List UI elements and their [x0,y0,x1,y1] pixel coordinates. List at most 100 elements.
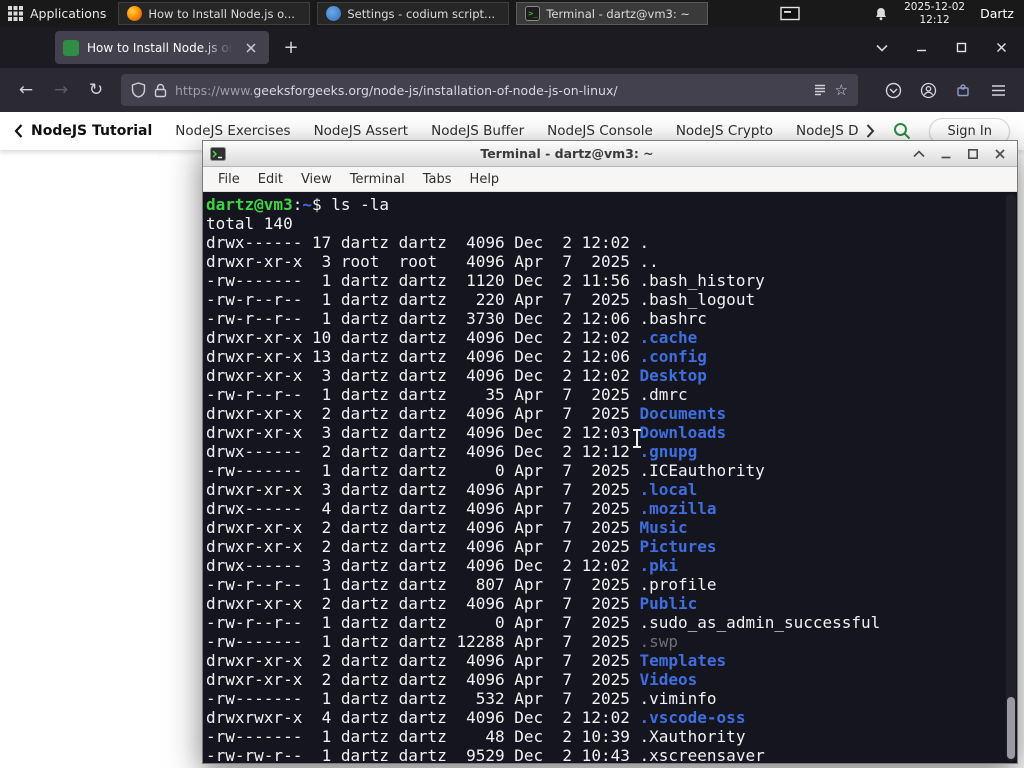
terminal-line: drwx------ 17 dartz dartz 4096 Dec 2 12:… [206,233,650,252]
browser-toolbar: ← → ↻ https://www.geeksforgeeks.org/node… [0,68,1024,112]
taskbar: Applications How to Install Node.js o...… [0,0,1024,27]
tracking-protection-shield-icon[interactable] [131,82,146,98]
terminal-line: -rw-r--r-- 1 dartz dartz 35 Apr 7 2025 .… [206,385,688,404]
taskbar-window-button[interactable]: Terminal - dartz@vm3: ~ [516,2,709,25]
nav-scroll-left-chevron-icon[interactable] [14,124,23,138]
browser-tab[interactable]: How to Install Node.js on [55,31,269,64]
browser-tab-bar: How to Install Node.js on + [0,27,1024,68]
terminal-line: drwxr-xr-x 2 dartz dartz 4096 Apr 7 2025… [206,537,717,556]
tabbar-controls [868,34,1024,62]
terminal-line: drwx------ 2 dartz dartz 4096 Dec 2 12:1… [206,442,698,461]
url-bar[interactable]: https://www.geeksforgeeks.org/node-js/in… [121,74,858,106]
mouse-cursor-ibeam [633,429,641,448]
user-menu[interactable]: Dartz [980,6,1014,21]
window-close-button[interactable] [986,35,1016,61]
notifications-bell-icon[interactable] [873,6,889,22]
terminal-line: -rw------- 1 dartz dartz 12288 Apr 7 202… [206,632,679,651]
forward-button[interactable]: → [45,74,77,106]
terminal-line: drwxr-xr-x 2 dartz dartz 4096 Apr 7 2025… [206,670,698,689]
codium-icon [326,6,342,21]
firefox-icon [127,6,143,21]
desktop: Applications How to Install Node.js o...… [0,0,1024,768]
hamburger-menu-icon[interactable] [982,74,1014,106]
terminal-line: drwxr-xr-x 3 dartz dartz 4096 Apr 7 2025… [206,480,698,499]
menu-edit[interactable]: Edit [249,172,292,187]
menu-terminal[interactable]: Terminal [341,172,414,187]
bookmark-star-icon[interactable]: ☆ [835,81,848,99]
lock-icon[interactable] [154,83,167,98]
taskbar-window-button[interactable]: Settings - codium script... [317,2,510,25]
applications-grid-icon [8,6,23,21]
terminal-line: drwxr-xr-x 2 dartz dartz 4096 Apr 7 2025… [206,651,727,670]
nav-item-nodejs-dns[interactable]: NodeJS DNS [796,123,858,139]
url-protocol: https://www. [175,82,254,98]
terminal-line: -rw------- 1 dartz dartz 1120 Dec 2 11:5… [206,271,765,290]
menu-help[interactable]: Help [461,172,509,187]
nav-item-nodejs-console[interactable]: NodeJS Console [547,123,653,139]
terminal-line: drwx------ 3 dartz dartz 4096 Dec 2 12:0… [206,556,679,575]
applications-menu-button[interactable]: Applications [0,0,118,27]
terminal-line: drwxr-xr-x 2 dartz dartz 4096 Apr 7 2025… [206,594,698,613]
window-minimize-button[interactable] [906,35,936,61]
gfg-favicon [63,39,79,56]
terminal-line: drwxrwxr-x 4 dartz dartz 4096 Dec 2 12:0… [206,708,746,727]
menu-tabs[interactable]: Tabs [414,172,461,187]
terminal-line: drwxr-xr-x 13 dartz dartz 4096 Dec 2 12:… [206,347,707,366]
tab-title: How to Install Node.js on [87,40,233,55]
nav-item-nodejs-exercises[interactable]: NodeJS Exercises [175,123,290,139]
taskbar-window-title: Terminal - dartz@vm3: ~ [546,6,691,21]
nav-item-nodejs-tutorial[interactable]: NodeJS Tutorial [31,123,152,139]
terminal-titlebar[interactable]: Terminal - dartz@vm3: ~ [203,141,1017,167]
nav-item-nodejs-crypto[interactable]: NodeJS Crypto [676,123,773,139]
terminal-line: -rw-rw-r-- 1 dartz dartz 9529 Dec 2 10:4… [206,746,765,763]
terminal-line: -rw-r--r-- 1 dartz dartz 0 Apr 7 2025 .s… [206,613,881,632]
reload-button[interactable]: ↻ [80,74,112,106]
gfg-nav-items: NodeJS Tutorial NodeJS Exercises NodeJS As… [31,123,858,139]
extensions-puzzle-icon[interactable] [947,74,979,106]
terminal-app-icon [210,146,226,162]
terminal-shade-button[interactable] [908,144,929,164]
nav-item-nodejs-buffer[interactable]: NodeJS Buffer [431,123,524,139]
new-tab-button[interactable]: + [277,34,305,62]
terminal-window-title: Terminal - dartz@vm3: ~ [480,146,654,161]
terminal-line: -rw------- 1 dartz dartz 48 Dec 2 10:39 … [206,727,746,746]
terminal-line: -rw-r--r-- 1 dartz dartz 220 Apr 7 2025 … [206,290,756,309]
back-button[interactable]: ← [10,74,42,106]
nav-scroll-right-chevron-icon[interactable] [866,124,875,138]
terminal-line: -rw------- 1 dartz dartz 532 Apr 7 2025 … [206,689,717,708]
terminal-line: total 140 [206,214,293,233]
terminal-line: drwx------ 4 dartz dartz 4096 Apr 7 2025… [206,499,717,518]
nav-item-nodejs-assert[interactable]: NodeJS Assert [314,123,409,139]
clock-time: 12:12 [919,13,950,26]
menu-view[interactable]: View [292,172,341,187]
terminal-line: drwxr-xr-x 2 dartz dartz 4096 Apr 7 2025… [206,518,688,537]
terminal-screen[interactable]: dartz@vm3:~$ ls -la total 140 drwx------ 1… [203,192,1017,763]
terminal-line: drwxr-xr-x 10 dartz dartz 4096 Dec 2 12:… [206,328,698,347]
clock[interactable]: 2025-12-02 12:12 [904,1,965,26]
taskbar-window-title: Settings - codium script... [347,6,496,21]
tray-display-icon[interactable] [780,6,800,22]
terminal-line: dartz@vm3:~$ ls -la [206,195,390,214]
tab-close-icon[interactable] [241,38,261,58]
terminal-line: -rw-r--r-- 1 dartz dartz 3730 Dec 2 12:0… [206,309,707,328]
terminal-maximize-button[interactable] [962,144,983,164]
account-icon[interactable] [912,74,944,106]
terminal-output: dartz@vm3:~$ ls -la total 140 drwx------ 1… [206,195,1017,763]
taskbar-window-button[interactable]: How to Install Node.js o... [118,2,311,25]
clock-date: 2025-12-02 [904,1,966,13]
list-all-tabs-button[interactable] [868,34,896,62]
window-maximize-button[interactable] [946,35,976,61]
taskbar-window-title: How to Install Node.js o... [148,6,295,21]
url-text: https://www.geeksforgeeks.org/node-js/in… [175,83,618,98]
pocket-icon[interactable] [877,74,909,106]
taskbar-window-list: How to Install Node.js o... Settings - co… [118,0,715,27]
terminal-close-button[interactable] [989,144,1010,164]
terminal-minimize-button[interactable] [935,144,956,164]
terminal-scrollbar-thumb[interactable] [1007,697,1015,759]
search-icon[interactable] [892,121,912,141]
reader-mode-icon[interactable] [813,83,827,97]
menu-file[interactable]: File [209,172,249,187]
terminal-scrollbar[interactable] [1006,194,1016,761]
terminal-line: -rw-r--r-- 1 dartz dartz 807 Apr 7 2025 … [206,575,717,594]
terminal-window: Terminal - dartz@vm3: ~ File Edit View Term… [202,140,1018,764]
